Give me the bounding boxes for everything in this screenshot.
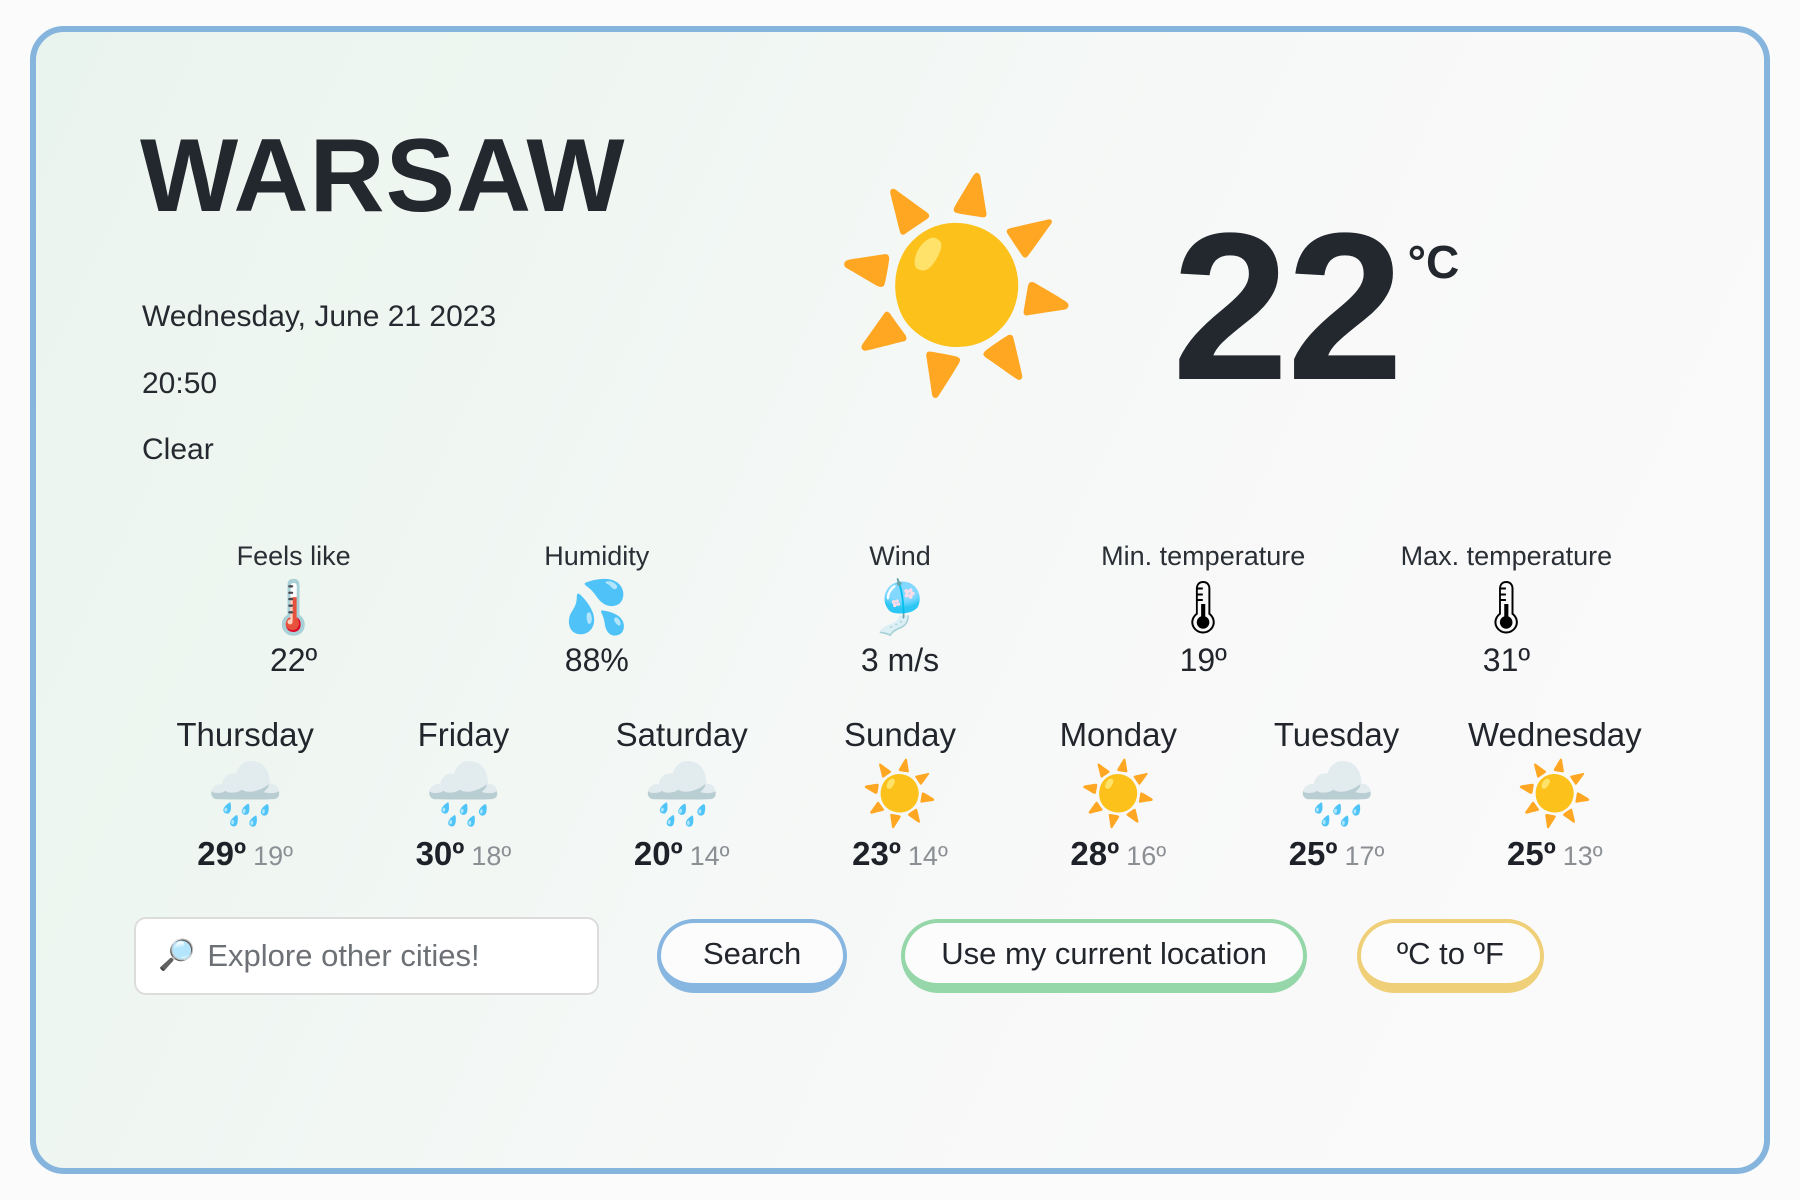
forecast-day: Saturday 🌧️ 20º 14º: [573, 716, 791, 873]
forecast-day-name: Monday: [1059, 715, 1177, 753]
water-droplets-icon: 💦: [564, 578, 630, 637]
forecast-low: 18º: [471, 841, 512, 872]
forecast-low: 14º: [689, 841, 730, 872]
sun-icon: ☀️: [1516, 759, 1594, 829]
forecast-high: 20º: [633, 835, 683, 873]
forecast-temps: 25º 17º: [1227, 835, 1445, 873]
forecast-high: 25º: [1288, 835, 1338, 873]
use-my-location-button[interactable]: Use my current location: [901, 919, 1307, 994]
windsock-icon: 🎐: [867, 578, 933, 637]
search-input[interactable]: [207, 938, 607, 975]
forecast-day-name: Sunday: [844, 715, 956, 753]
current-date: Wednesday, June 21 2023: [142, 300, 497, 333]
metric-label: Feels like: [236, 541, 351, 571]
search-button[interactable]: Search: [657, 919, 848, 994]
sun-icon: ☀️: [861, 759, 939, 829]
forecast-day: Sunday ☀️ 23º 14º: [791, 716, 1009, 873]
metric-item: Humidity 💦 88%: [445, 541, 748, 678]
metric-value: 22º: [269, 641, 318, 678]
forecast-day: Tuesday 🌧️ 25º 17º: [1227, 716, 1445, 873]
forecast-low: 17º: [1344, 841, 1385, 872]
forecast-day-name: Saturday: [615, 715, 748, 753]
metric-value: 19º: [1179, 641, 1227, 678]
metric-value: 88%: [564, 641, 629, 678]
forecast-day: Wednesday ☀️ 25º 13º: [1446, 716, 1664, 873]
forecast-day: Friday 🌧️ 30º 18º: [354, 716, 572, 873]
metric-label: Max. temperature: [1400, 541, 1613, 571]
forecast-low: 16º: [1126, 841, 1167, 872]
forecast-temps: 28º 16º: [1009, 835, 1227, 873]
forecast-day: Monday ☀️ 28º 16º: [1009, 716, 1227, 873]
forecast-high: 30º: [415, 835, 465, 873]
metric-label: Min. temperature: [1101, 541, 1306, 571]
unit-convert-button[interactable]: ºC to ºF: [1356, 919, 1544, 994]
sun-icon: ☀️: [832, 175, 1082, 398]
forecast-low: 19º: [253, 841, 293, 872]
search-icon: 🔎: [158, 939, 196, 973]
metric-item: Feels like 🌡️ 22º: [142, 541, 445, 678]
search-field[interactable]: 🔎: [134, 917, 607, 996]
forecast-temps: 30º 18º: [354, 835, 572, 873]
forecast-low: 13º: [1562, 841, 1603, 872]
forecast-high: 23º: [852, 835, 901, 873]
thermometer-icon: 🌡️: [261, 578, 326, 637]
rain-cloud-icon: 🌧️: [1297, 759, 1376, 829]
forecast-high: 29º: [197, 835, 247, 873]
weather-app: WARSAW Wednesday, June 21 2023 20:50 Cle…: [0, 0, 1800, 1200]
metric-value: 31º: [1482, 641, 1531, 678]
forecast-temps: 23º 14º: [791, 835, 1009, 873]
temperature-unit: °C: [1407, 236, 1460, 288]
forecast-row: Thursday 🌧️ 29º 19º Friday 🌧️ 30º 18º Saturday 🌧️…: [132, 716, 1668, 873]
metric-label: Humidity: [544, 541, 650, 571]
hero-section: WARSAW Wednesday, June 21 2023 20:50 Cle…: [132, 32, 1668, 532]
forecast-temps: 20º 14º: [573, 835, 791, 873]
weather-card: WARSAW Wednesday, June 21 2023 20:50 Cle…: [30, 26, 1770, 1174]
hot-thermometer-icon: 🌡: [1473, 578, 1540, 637]
forecast-day-name: Wednesday: [1467, 715, 1642, 753]
forecast-high: 25º: [1506, 835, 1556, 873]
metric-item: Max. temperature 🌡 31º: [1355, 541, 1658, 678]
current-condition: Clear: [142, 433, 214, 466]
controls-bar: 🔎 Search Use my current location ºC to º…: [132, 917, 1668, 996]
current-temperature: 22 °C: [1172, 189, 1460, 424]
metric-value: 3 m/s: [860, 641, 940, 678]
forecast-day-name: Tuesday: [1273, 715, 1400, 753]
rain-cloud-icon: 🌧️: [424, 759, 503, 829]
forecast-day-name: Friday: [417, 715, 510, 753]
forecast-day: Thursday 🌧️ 29º 19º: [136, 716, 354, 873]
forecast-low: 14º: [907, 841, 948, 872]
rain-cloud-icon: 🌧️: [643, 759, 721, 829]
page-title: WARSAW: [140, 118, 626, 234]
metrics-row: Feels like 🌡️ 22º Humidity 💦 88% Wind 🎐 3 m/s Min…: [132, 541, 1668, 678]
forecast-temps: 25º 13º: [1446, 835, 1664, 873]
cold-thermometer-icon: 🌡: [1170, 578, 1237, 637]
forecast-high: 28º: [1070, 835, 1120, 873]
metric-item: Min. temperature 🌡 19º: [1052, 541, 1355, 678]
sun-icon: ☀️: [1079, 759, 1157, 829]
forecast-day-name: Thursday: [176, 715, 314, 753]
current-time: 20:50: [142, 367, 218, 400]
temperature-value: 22: [1172, 189, 1404, 424]
forecast-temps: 29º 19º: [136, 835, 354, 873]
metric-label: Wind: [869, 541, 931, 571]
rain-cloud-icon: 🌧️: [206, 759, 284, 829]
metric-item: Wind 🎐 3 m/s: [748, 541, 1051, 678]
